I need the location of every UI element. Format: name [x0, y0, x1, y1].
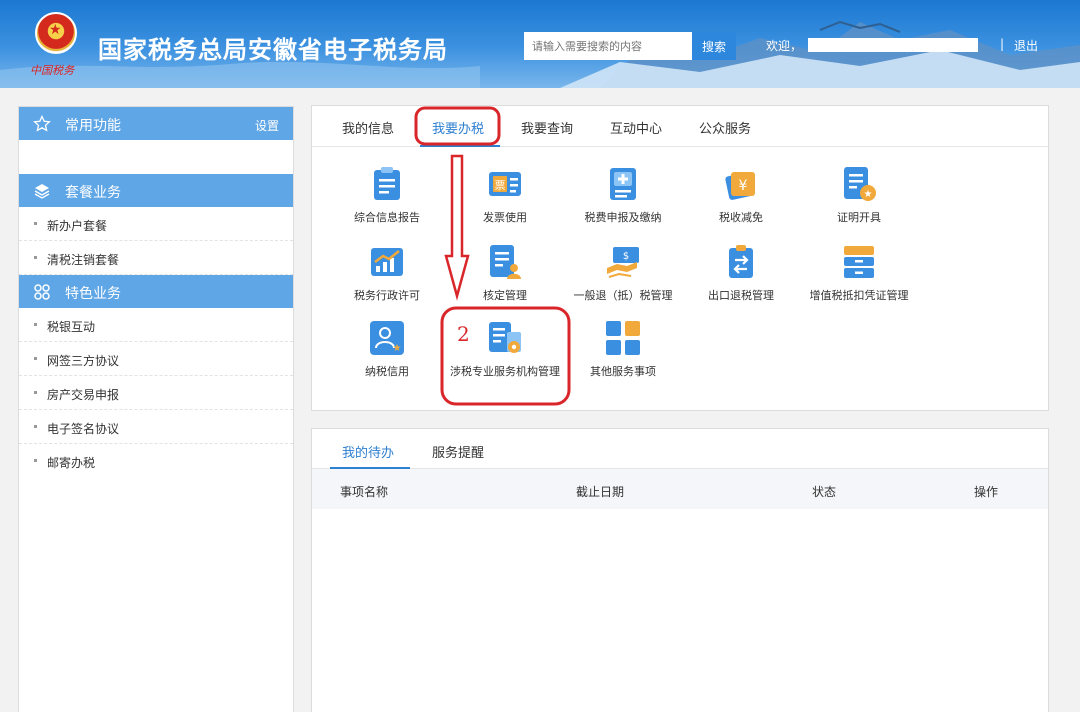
sidebar-head-special[interactable]: 特色业务 [19, 275, 293, 308]
layers-icon [34, 184, 50, 199]
grid-circles-icon [34, 284, 50, 300]
site-header: ★ 中国税务 国家税务总局安徽省电子税务局 搜索 欢迎， | 退出 [0, 0, 1080, 88]
sidebar-item-tripartite-agreement[interactable]: 网签三方协议 [19, 342, 293, 376]
service-label: 税收减免 [719, 211, 763, 224]
tab-public-service[interactable]: 公众服务 [699, 118, 751, 137]
service-label: 增值税抵扣凭证管理 [809, 289, 909, 302]
site-title: 国家税务总局安徽省电子税务局 [98, 36, 448, 64]
tax-relief-icon: ¥ [725, 172, 755, 200]
sidebar-item-label: 电子签名协议 [47, 422, 120, 436]
tab-do-tax[interactable]: 我要办税 [432, 118, 484, 137]
service-label: 综合信息报告 [354, 211, 420, 224]
vat-voucher-icon [844, 246, 874, 278]
todo-tabs: 我的待办 服务提醒 [312, 429, 1048, 469]
svg-text:★: ★ [864, 189, 873, 200]
service-label: 证明开具 [837, 211, 881, 224]
sidebar-item-deregistration-package[interactable]: 清税注销套餐 [19, 241, 293, 275]
svg-text:$: $ [623, 251, 629, 262]
sidebar-item-label: 网签三方协议 [47, 354, 120, 368]
other-services-icon [606, 321, 640, 355]
column-header: 状态 [812, 485, 837, 499]
export-refund-icon [729, 245, 753, 278]
tab-service-reminder[interactable]: 服务提醒 [432, 442, 484, 461]
services-panel: 我的信息 我要办税 我要查询 互动中心 公众服务 综合信息报告 票 发票使用 税… [311, 105, 1049, 411]
sidebar-item-label: 清税注销套餐 [47, 253, 120, 267]
header-separator: | [1000, 37, 1005, 51]
agency-icon [489, 322, 521, 353]
service-label: 一般退（抵）税管理 [573, 289, 673, 302]
svg-text:¥: ¥ [739, 178, 748, 194]
welcome-text: 欢迎， [766, 39, 803, 53]
sidebar-item-e-signature[interactable]: 电子签名协议 [19, 410, 293, 444]
tab-my-info[interactable]: 我的信息 [342, 118, 394, 137]
todo-panel: 我的待办 服务提醒 事项名称 截止日期 状态 操作 [311, 428, 1049, 712]
main-tabs: 我的信息 我要办税 我要查询 互动中心 公众服务 [312, 106, 1048, 147]
certificate-icon: ★ [844, 167, 876, 201]
sidebar-item-tax-bank[interactable]: 税银互动 [19, 308, 293, 342]
brand-text: 中国税务 [30, 64, 74, 77]
sidebar-item-new-account-package[interactable]: 新办户套餐 [19, 207, 293, 241]
sidebar-item-mail-tax[interactable]: 邮寄办税 [19, 444, 293, 478]
column-header: 截止日期 [576, 485, 625, 499]
invoice-icon: 票 [489, 172, 521, 196]
star-icon [33, 115, 51, 132]
masked-username [808, 38, 978, 52]
sidebar: 常用功能 设置 套餐业务 新办户套餐 清税注销套餐 特色业务 税银互动 网签三方… [18, 106, 294, 712]
report-icon [374, 167, 400, 200]
sidebar-item-label: 房产交易申报 [47, 388, 120, 402]
column-header: 操作 [974, 485, 999, 499]
sidebar-head-common[interactable]: 常用功能 设置 [19, 107, 293, 140]
sidebar-item-property-declaration[interactable]: 房产交易申报 [19, 376, 293, 410]
active-tab-underline [420, 145, 500, 147]
refund-icon: $ [607, 247, 639, 278]
svg-text:★: ★ [393, 343, 402, 354]
tab-query[interactable]: 我要查询 [521, 118, 573, 137]
sidebar-head-label: 套餐业务 [65, 185, 121, 201]
svg-text:票: 票 [495, 179, 506, 192]
search-button[interactable]: 搜索 [692, 32, 736, 60]
sidebar-item-label: 税银互动 [47, 320, 96, 334]
tab-interaction-center[interactable]: 互动中心 [610, 118, 662, 137]
tab-my-todo[interactable]: 我的待办 [342, 442, 394, 461]
service-label: 税费申报及缴纳 [584, 211, 662, 224]
approval-icon [490, 245, 521, 279]
sidebar-head-label: 常用功能 [65, 118, 121, 134]
todo-table-header: 事项名称 截止日期 状态 操作 [312, 469, 1048, 509]
service-label: 出口退税管理 [708, 289, 774, 302]
declare-icon [610, 168, 636, 200]
license-chart-icon [371, 248, 403, 276]
logout-link[interactable]: 退出 [1014, 37, 1038, 54]
sidebar-head-label: 特色业务 [65, 286, 121, 302]
sidebar-item-label: 邮寄办税 [47, 456, 96, 470]
column-header: 事项名称 [340, 485, 389, 499]
search-input[interactable] [524, 32, 692, 60]
service-label: 涉税专业服务机构管理 [450, 365, 560, 378]
service-label: 发票使用 [483, 211, 527, 224]
service-label: 其他服务事项 [590, 365, 656, 378]
settings-link[interactable]: 设置 [255, 117, 279, 134]
tax-emblem-logo: ★ 中国税务 [28, 10, 84, 78]
service-label: 核定管理 [483, 289, 527, 302]
service-label: 税务行政许可 [354, 289, 420, 302]
sidebar-head-package[interactable]: 套餐业务 [19, 174, 293, 207]
credit-icon: ★ [370, 321, 404, 355]
service-label: 纳税信用 [365, 365, 409, 378]
sidebar-item-label: 新办户套餐 [47, 219, 108, 233]
